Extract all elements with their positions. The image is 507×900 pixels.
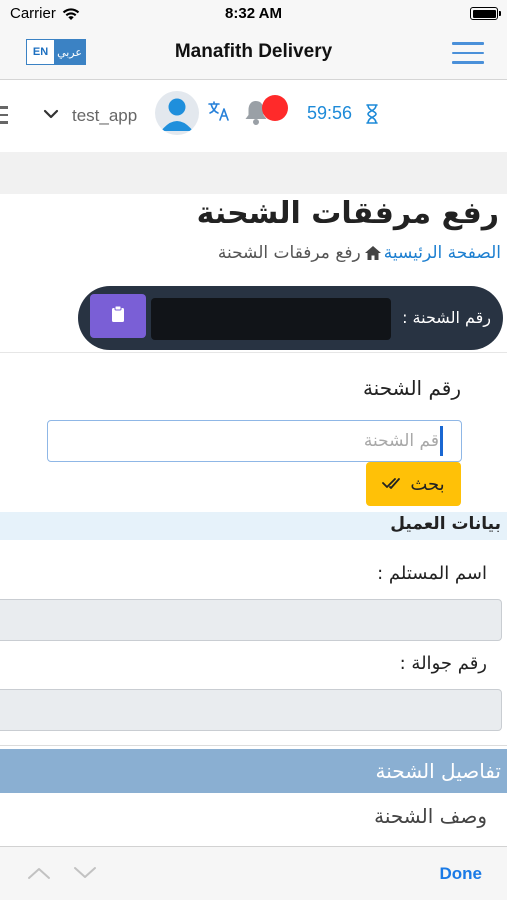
app-title: Manafith Delivery (174, 41, 333, 62)
double-check-icon (382, 474, 402, 495)
page-title: رفع مرفقات الشحنة (196, 196, 499, 231)
clipboard-icon (110, 305, 126, 327)
shipment-number-label: رقم الشحنة : (402, 308, 491, 327)
notification-badge (262, 95, 288, 121)
breadcrumb-home-link[interactable]: الصفحة الرئيسية (384, 243, 501, 263)
done-button[interactable]: Done (440, 864, 483, 884)
section-separator (0, 152, 507, 194)
status-time: 8:32 AM (225, 5, 282, 22)
session-timer: 59:56 (307, 103, 353, 123)
recipient-name-label: اسم المستلم : (377, 563, 487, 584)
shipment-search-input[interactable] (48, 421, 461, 461)
shipment-details-header: تفاصيل الشحنة (0, 749, 507, 793)
shipment-number-bar: رقم الشحنة : (78, 286, 503, 350)
shipment-search-label: رقم الشحنة (362, 376, 461, 400)
hamburger-menu-icon[interactable] (452, 42, 484, 64)
shipment-search-field[interactable] (47, 420, 462, 462)
search-button[interactable]: بحث (366, 462, 461, 506)
mobile-number-field (0, 689, 502, 731)
customer-section-title: بيانات العميل (390, 514, 501, 534)
search-button-label: بحث (410, 473, 445, 495)
customer-section-header: بيانات العميل (0, 512, 507, 540)
chevron-down-icon[interactable] (73, 865, 97, 884)
home-icon[interactable] (364, 245, 382, 261)
shipment-description-label: وصف الشحنة (374, 804, 487, 828)
mobile-number-label: رقم جوالة : (399, 653, 487, 674)
breadcrumb-current: رفع مرفقات الشحنة (217, 243, 361, 263)
recipient-name-field (0, 599, 502, 641)
username-label[interactable]: test_app (72, 106, 137, 126)
shipment-details-title: تفاصيل الشحنة (375, 759, 501, 783)
clipboard-button[interactable] (90, 294, 146, 338)
translate-icon[interactable] (208, 101, 230, 125)
nav-bar: EN عربي Manafith Delivery (0, 28, 507, 80)
breadcrumb: الصفحة الرئيسية رفع مرفقات الشحنة (218, 243, 501, 263)
divider (0, 745, 507, 746)
shipment-number-value (151, 298, 391, 340)
app-header: test_app 59:56 (0, 80, 507, 152)
hourglass-icon (366, 104, 378, 128)
battery-icon (470, 7, 501, 20)
chevron-down-icon[interactable] (43, 106, 59, 126)
text-cursor (440, 426, 443, 456)
status-bar: Carrier 8:32 AM (0, 0, 507, 28)
chevron-up-icon[interactable] (27, 865, 51, 884)
keyboard-toolbar: Done (0, 846, 507, 900)
sidebar-toggle-icon[interactable] (0, 106, 8, 129)
divider (0, 352, 507, 353)
avatar[interactable] (155, 91, 199, 135)
